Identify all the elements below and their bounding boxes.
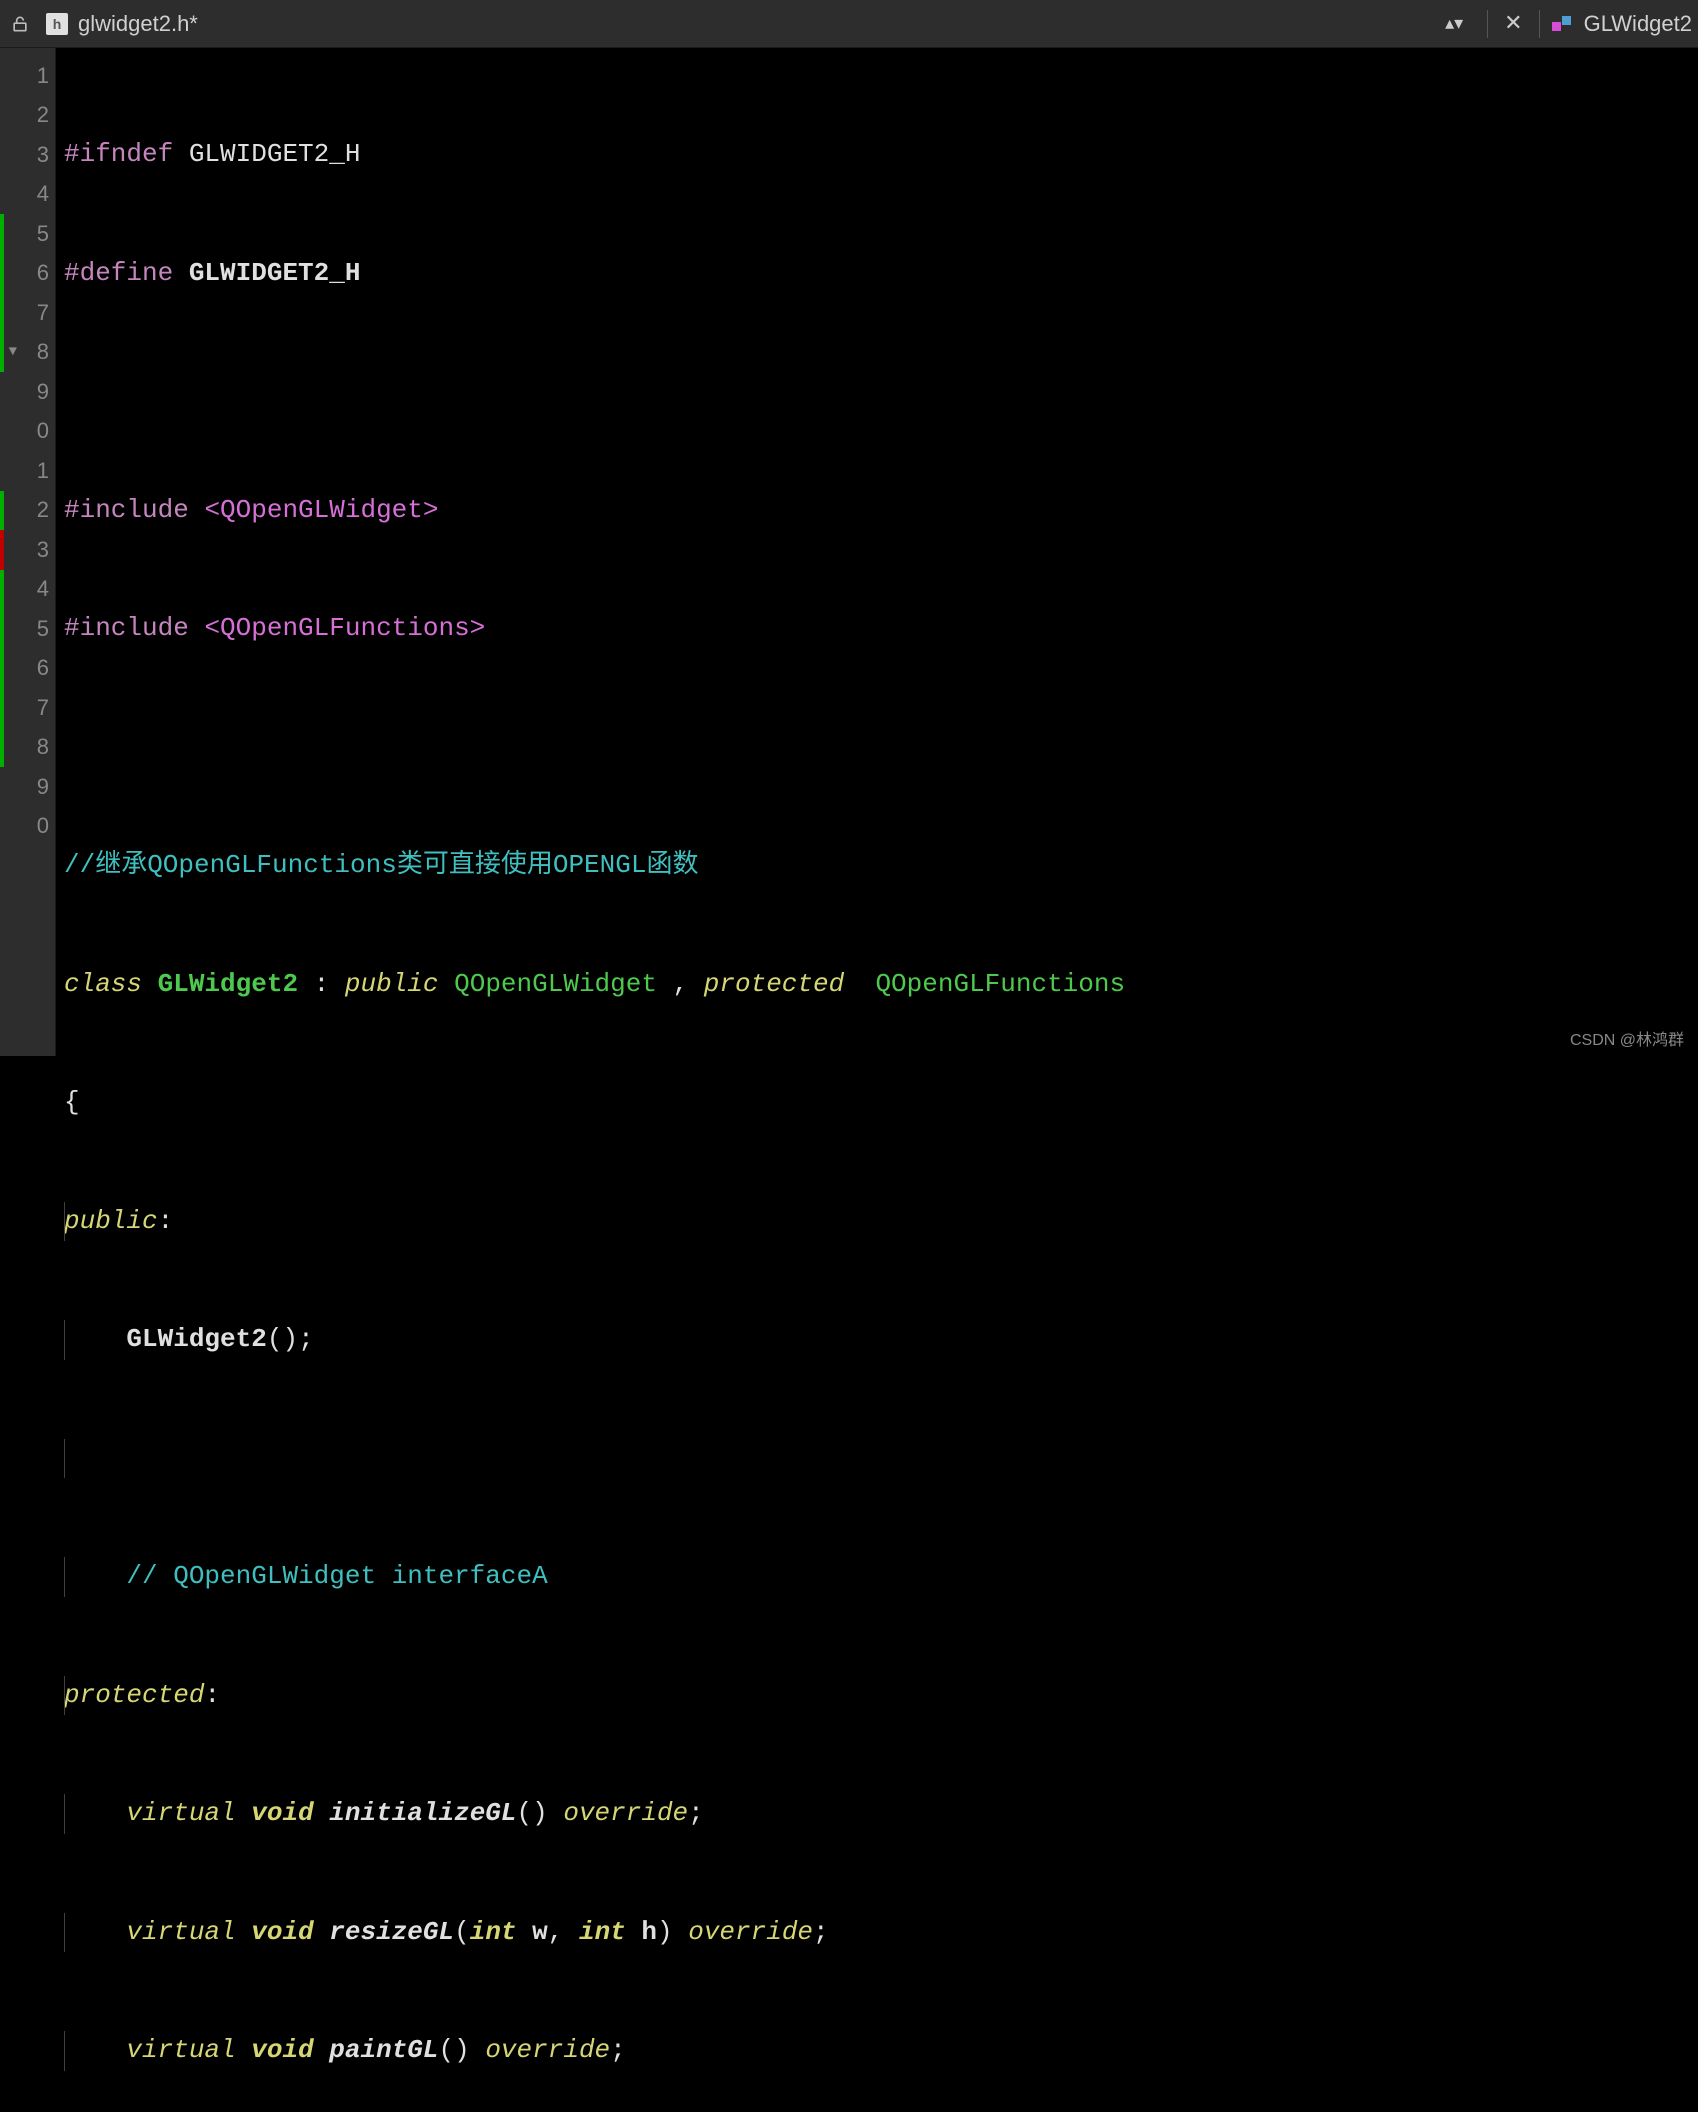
line-number: 0 — [37, 813, 49, 839]
code-line: //继承QOpenGLFunctions类可直接使用OPENGL函数 — [64, 846, 1125, 886]
line-number: 9 — [37, 379, 49, 405]
gutter-row: 2 — [0, 96, 55, 136]
code-line — [64, 372, 1125, 412]
code-line: GLWidget2(); — [64, 1320, 1125, 1360]
file-switcher-icon[interactable]: ▴▾ — [1439, 13, 1469, 34]
diff-marker — [0, 333, 4, 373]
gutter-row: 3 — [0, 530, 55, 570]
code-line: #include <QOpenGLWidget> — [64, 491, 1125, 531]
diff-marker — [0, 728, 4, 768]
gutter-row: 8 — [0, 728, 55, 768]
line-number: 7 — [37, 695, 49, 721]
diff-marker — [0, 491, 4, 531]
line-number: 5 — [37, 221, 49, 247]
code-line: #include <QOpenGLFunctions> — [64, 609, 1125, 649]
code-editor[interactable]: 12345678▼901234567890 #ifndef GLWIDGET2_… — [0, 48, 1698, 1056]
code-area[interactable]: #ifndef GLWIDGET2_H #define GLWIDGET2_H … — [56, 48, 1125, 1056]
header-file-icon: h — [46, 13, 68, 35]
class-icon — [1550, 12, 1574, 36]
diff-marker — [0, 293, 4, 333]
code-line: #ifndef GLWIDGET2_H — [64, 135, 1125, 175]
line-number: 7 — [37, 300, 49, 326]
gutter-row: 6 — [0, 254, 55, 294]
line-number: 1 — [37, 458, 49, 484]
fold-icon[interactable]: ▼ — [9, 344, 17, 360]
line-number: 3 — [37, 537, 49, 563]
toolbar-separator — [1539, 10, 1540, 38]
gutter-row: 0 — [0, 412, 55, 452]
close-icon[interactable]: ✕ — [1498, 11, 1528, 37]
gutter-row: 4 — [0, 175, 55, 215]
line-number-gutter: 12345678▼901234567890 — [0, 48, 56, 1056]
editor-toolbar: h glwidget2.h* ▴▾ ✕ GLWidget2 — [0, 0, 1698, 48]
file-name: glwidget2.h* — [78, 11, 198, 37]
diff-marker — [0, 649, 4, 689]
code-line: // QOpenGLWidget interfaceA — [64, 1557, 1125, 1597]
symbol-selector[interactable]: GLWidget2 — [1584, 11, 1692, 37]
code-line: { — [64, 1083, 1125, 1123]
gutter-row: 1 — [0, 451, 55, 491]
line-number: 4 — [37, 181, 49, 207]
gutter-row: 5 — [0, 609, 55, 649]
toolbar-separator — [1487, 10, 1488, 38]
code-line: virtual void initializeGL() override; — [64, 1794, 1125, 1834]
gutter-row: 0 — [0, 807, 55, 847]
line-number: 8 — [37, 734, 49, 760]
code-line: protected: — [64, 1676, 1125, 1716]
line-number: 3 — [37, 142, 49, 168]
line-number: 6 — [37, 260, 49, 286]
line-number: 1 — [37, 63, 49, 89]
line-number: 6 — [37, 655, 49, 681]
diff-marker — [0, 254, 4, 294]
gutter-row: 7 — [0, 688, 55, 728]
diff-marker — [0, 570, 4, 610]
code-line — [64, 728, 1125, 768]
diff-marker — [0, 609, 4, 649]
watermark: CSDN @林鸿群 — [1570, 1026, 1684, 1050]
code-line — [64, 1439, 1125, 1479]
code-line: #define GLWIDGET2_H — [64, 254, 1125, 294]
gutter-row: 9 — [0, 767, 55, 807]
gutter-row: 2 — [0, 491, 55, 531]
gutter-row: 9 — [0, 372, 55, 412]
code-line: virtual void paintGL() override; — [64, 2031, 1125, 2071]
code-line: public: — [64, 1202, 1125, 1242]
code-line: virtual void resizeGL(int w, int h) over… — [64, 1913, 1125, 1953]
line-number: 0 — [37, 418, 49, 444]
lock-icon[interactable] — [6, 10, 34, 38]
diff-marker — [0, 688, 4, 728]
gutter-row: 6 — [0, 649, 55, 689]
code-line: class GLWidget2 : public QOpenGLWidget ,… — [64, 965, 1125, 1005]
diff-marker — [0, 214, 4, 254]
file-tab[interactable]: h glwidget2.h* ▴▾ — [38, 11, 1477, 37]
diff-marker — [0, 530, 4, 570]
line-number: 5 — [37, 616, 49, 642]
gutter-row: 7 — [0, 293, 55, 333]
gutter-row: 1 — [0, 56, 55, 96]
gutter-row: 8▼ — [0, 333, 55, 373]
gutter-row: 5 — [0, 214, 55, 254]
line-number: 9 — [37, 774, 49, 800]
gutter-row: 3 — [0, 135, 55, 175]
line-number: 2 — [37, 497, 49, 523]
line-number: 4 — [37, 576, 49, 602]
line-number: 2 — [37, 102, 49, 128]
line-number: 8 — [37, 339, 49, 365]
gutter-row: 4 — [0, 570, 55, 610]
